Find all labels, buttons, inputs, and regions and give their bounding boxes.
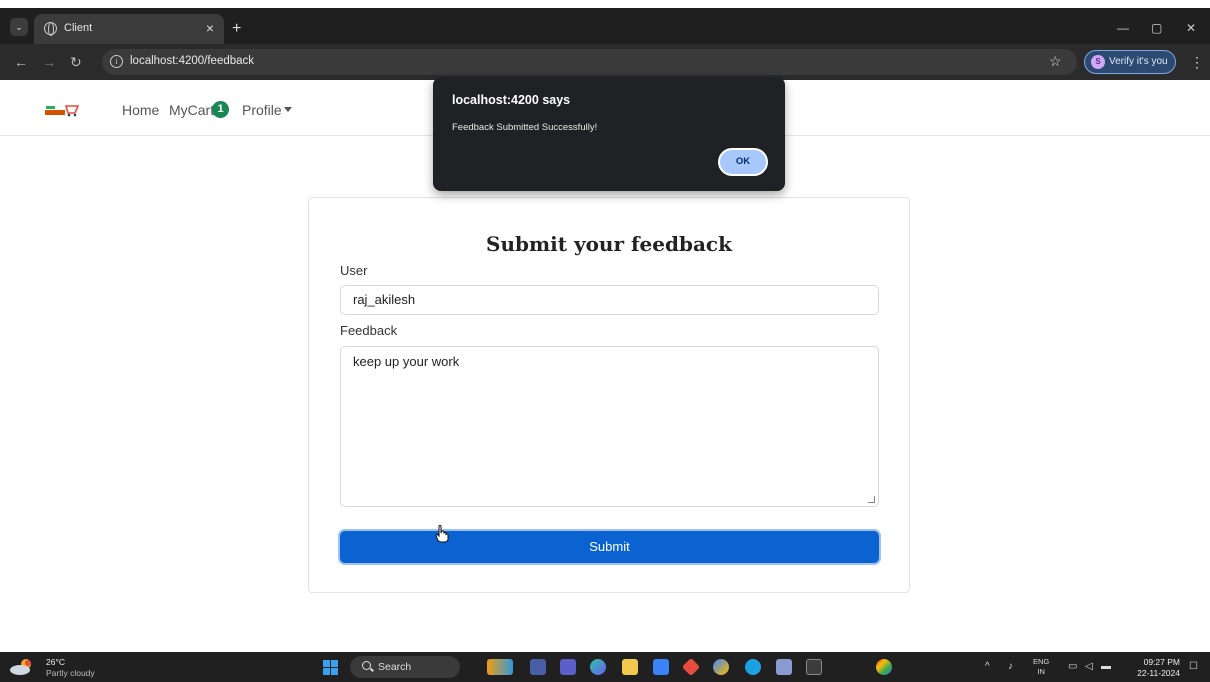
user-label: User bbox=[340, 263, 368, 278]
network-icon[interactable]: ▭ bbox=[1068, 661, 1077, 673]
notification-icon[interactable]: ☐ bbox=[1189, 661, 1198, 673]
new-tab-icon[interactable]: + bbox=[232, 21, 241, 37]
feedback-label: Feedback bbox=[340, 323, 398, 338]
user-input[interactable]: raj_akilesh bbox=[340, 285, 879, 315]
close-window-icon[interactable]: ✕ bbox=[1186, 21, 1196, 35]
url-text: localhost:4200/feedback bbox=[130, 55, 255, 67]
verify-label: Verify it's you bbox=[1109, 56, 1168, 67]
windows-taskbar: 26°C Partly cloudy Search ^ ♪ ENG IN ▭ ◁… bbox=[0, 652, 1210, 682]
grocery-logo[interactable] bbox=[44, 103, 84, 117]
chrome-icon[interactable] bbox=[876, 659, 892, 675]
verify-button[interactable]: S Verify it's you bbox=[1084, 50, 1176, 74]
forward-icon: → bbox=[42, 54, 56, 70]
dialog-ok-button[interactable]: OK bbox=[718, 148, 768, 176]
tab-title: Client bbox=[64, 22, 93, 34]
feedback-text: keep up your work bbox=[353, 354, 460, 369]
snipping-tool-icon[interactable] bbox=[776, 659, 792, 675]
teams-icon[interactable] bbox=[560, 659, 576, 675]
globe-icon bbox=[44, 22, 57, 36]
taskbar-clock[interactable]: 09:27 PM 22-11-2024 bbox=[1128, 657, 1180, 679]
screen: ⌄ Client × + — ▢ ✕ ← → ↻ i localhost:420… bbox=[0, 0, 1210, 682]
feedback-textarea[interactable]: keep up your work bbox=[340, 346, 879, 507]
minimize-icon[interactable]: — bbox=[1117, 21, 1129, 35]
tab-client[interactable]: Client × bbox=[34, 14, 224, 44]
weather-temp: 26°C bbox=[46, 657, 65, 667]
lang-region: IN bbox=[1037, 667, 1045, 676]
nav-home-link[interactable]: Home bbox=[122, 102, 159, 118]
site-info-icon[interactable]: i bbox=[110, 55, 123, 68]
nav-mycart-link[interactable]: MyCart bbox=[169, 102, 214, 118]
tab-bar: ⌄ Client × + — ▢ ✕ bbox=[0, 8, 1210, 44]
clock-date: 22-11-2024 bbox=[1137, 668, 1180, 678]
feedback-card: Submit your feedback User raj_akilesh Fe… bbox=[308, 197, 910, 593]
caret-down-icon[interactable] bbox=[284, 107, 292, 112]
store-icon[interactable] bbox=[653, 659, 669, 675]
resize-handle-icon[interactable] bbox=[868, 496, 875, 503]
task-view-icon[interactable] bbox=[530, 659, 546, 675]
search-label: Search bbox=[378, 661, 412, 673]
edge-icon[interactable] bbox=[745, 659, 761, 675]
search-icon bbox=[362, 661, 371, 670]
dialog-title: localhost:4200 says bbox=[452, 93, 571, 107]
windows-start-icon[interactable] bbox=[323, 660, 338, 675]
tab-search-chevron-icon[interactable]: ⌄ bbox=[10, 18, 28, 36]
weather-cloud-icon[interactable] bbox=[8, 657, 36, 677]
omnibox[interactable]: i localhost:4200/feedback bbox=[102, 49, 1077, 75]
git-icon[interactable] bbox=[681, 657, 701, 677]
submit-button[interactable]: Submit bbox=[340, 531, 879, 563]
bookmark-star-icon[interactable]: ☆ bbox=[1049, 53, 1062, 69]
alert-dialog: localhost:4200 says Feedback Submitted S… bbox=[433, 77, 785, 191]
taskbar-search[interactable]: Search bbox=[350, 656, 460, 678]
battery-icon[interactable]: ▬ bbox=[1101, 661, 1111, 673]
address-bar: ← → ↻ i localhost:4200/feedback ☆ S Veri… bbox=[0, 44, 1210, 80]
chrome-canary-icon[interactable] bbox=[713, 659, 729, 675]
hand-cursor-icon bbox=[435, 525, 449, 543]
reload-icon[interactable]: ↻ bbox=[70, 54, 82, 70]
copilot-icon[interactable] bbox=[590, 659, 606, 675]
profile-avatar-icon: S bbox=[1091, 55, 1105, 69]
menu-kebab-icon[interactable]: ⋮ bbox=[1190, 54, 1204, 70]
cart-count-badge: 1 bbox=[212, 101, 229, 118]
back-icon[interactable]: ← bbox=[14, 54, 28, 70]
show-hidden-icons[interactable]: ^ bbox=[985, 661, 990, 673]
copilot-widget-icon[interactable] bbox=[487, 659, 513, 675]
terminal-icon[interactable] bbox=[806, 659, 822, 675]
lang-code: ENG bbox=[1033, 657, 1050, 666]
nav-profile-dropdown[interactable]: Profile bbox=[242, 102, 282, 118]
top-strip bbox=[0, 0, 1210, 8]
file-explorer-icon[interactable] bbox=[622, 659, 638, 675]
page-title: Submit your feedback bbox=[486, 232, 732, 256]
tab-close-icon[interactable]: × bbox=[206, 20, 214, 36]
restore-icon[interactable]: ▢ bbox=[1151, 21, 1162, 35]
microphone-icon[interactable]: ♪ bbox=[1008, 661, 1013, 673]
weather-desc: Partly cloudy bbox=[46, 668, 95, 678]
volume-icon[interactable]: ◁ bbox=[1085, 661, 1093, 673]
input-language[interactable]: ENG IN bbox=[1033, 657, 1049, 677]
dialog-message: Feedback Submitted Successfully! bbox=[452, 122, 598, 133]
clock-time: 09:27 PM bbox=[1143, 657, 1180, 667]
